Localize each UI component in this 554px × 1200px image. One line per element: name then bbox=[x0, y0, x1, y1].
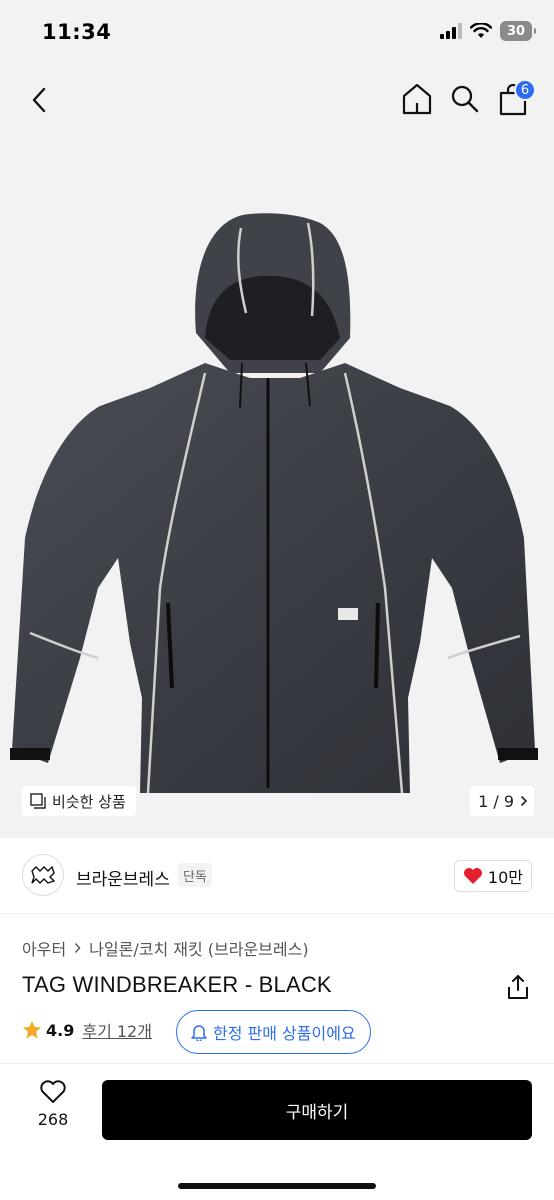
exclusive-tag: 단독 bbox=[178, 863, 212, 887]
status-bar: 11:34 30 bbox=[0, 0, 554, 62]
image-page-indicator[interactable]: 1 / 9 bbox=[470, 786, 534, 816]
brand-like-button[interactable]: 10만 bbox=[453, 860, 532, 892]
cart-count-badge: 6 bbox=[514, 79, 536, 101]
bell-icon bbox=[191, 1025, 207, 1041]
breadcrumb-subcategory[interactable]: 나일론/코치 재킷 (브라운브레스) bbox=[89, 936, 308, 960]
product-like-count: 268 bbox=[37, 1110, 69, 1129]
battery-indicator: 30 bbox=[500, 21, 536, 41]
chevron-right-icon bbox=[75, 943, 81, 953]
similar-items-label: 비슷한 상품 bbox=[52, 792, 126, 811]
search-icon bbox=[451, 85, 479, 113]
brand-row: 브라운브레스 단독 10만 bbox=[0, 838, 554, 914]
search-button[interactable] bbox=[450, 84, 480, 114]
page-indicator-text: 1 / 9 bbox=[478, 791, 514, 811]
back-button[interactable] bbox=[24, 84, 54, 116]
similar-items-button[interactable]: 비슷한 상품 bbox=[22, 786, 136, 816]
limited-sale-notice[interactable]: 한정 판매 상품이에요 bbox=[176, 1010, 371, 1054]
star-icon bbox=[23, 1021, 41, 1039]
home-button[interactable] bbox=[401, 82, 433, 116]
wifi-icon bbox=[470, 23, 492, 38]
buy-button[interactable]: 구매하기 bbox=[102, 1080, 532, 1140]
rating-value: 4.9 bbox=[46, 1020, 75, 1040]
breadcrumb-category[interactable]: 아우터 bbox=[22, 936, 66, 960]
share-button[interactable] bbox=[506, 974, 530, 1000]
status-indicators: 30 bbox=[440, 21, 536, 41]
top-navigation: 6 bbox=[0, 62, 554, 208]
chevron-right-icon bbox=[520, 795, 528, 807]
signal-icon bbox=[440, 23, 462, 39]
home-indicator bbox=[178, 1183, 376, 1189]
breadcrumb: 아우터 나일론/코치 재킷 (브라운브레스) bbox=[22, 936, 309, 960]
share-icon bbox=[508, 975, 528, 999]
brand-logo[interactable] bbox=[22, 854, 64, 896]
product-image-gallery[interactable]: 비슷한 상품 1 / 9 bbox=[0, 138, 554, 838]
product-title: TAG WINDBREAKER - BLACK bbox=[22, 972, 332, 997]
back-icon bbox=[32, 87, 46, 113]
heart-icon bbox=[463, 868, 482, 884]
brand-name[interactable]: 브라운브레스 bbox=[76, 865, 170, 890]
brand-logo-mark bbox=[31, 865, 56, 884]
product-image-jacket bbox=[10, 213, 538, 794]
bottom-purchase-bar: 268 구매하기 bbox=[0, 1063, 554, 1200]
similar-items-icon bbox=[30, 793, 46, 809]
limited-sale-label: 한정 판매 상품이에요 bbox=[213, 1024, 356, 1043]
brand-like-count: 10만 bbox=[487, 868, 523, 887]
heart-outline-icon bbox=[40, 1080, 66, 1103]
home-icon bbox=[402, 83, 432, 115]
review-count-link[interactable]: 후기 12개 bbox=[82, 1018, 152, 1042]
cart-button[interactable]: 6 bbox=[498, 79, 536, 116]
status-time: 11:34 bbox=[42, 20, 112, 44]
product-like-button[interactable]: 268 bbox=[22, 1080, 84, 1144]
rating-row: 4.9 후기 12개 bbox=[22, 1018, 152, 1042]
